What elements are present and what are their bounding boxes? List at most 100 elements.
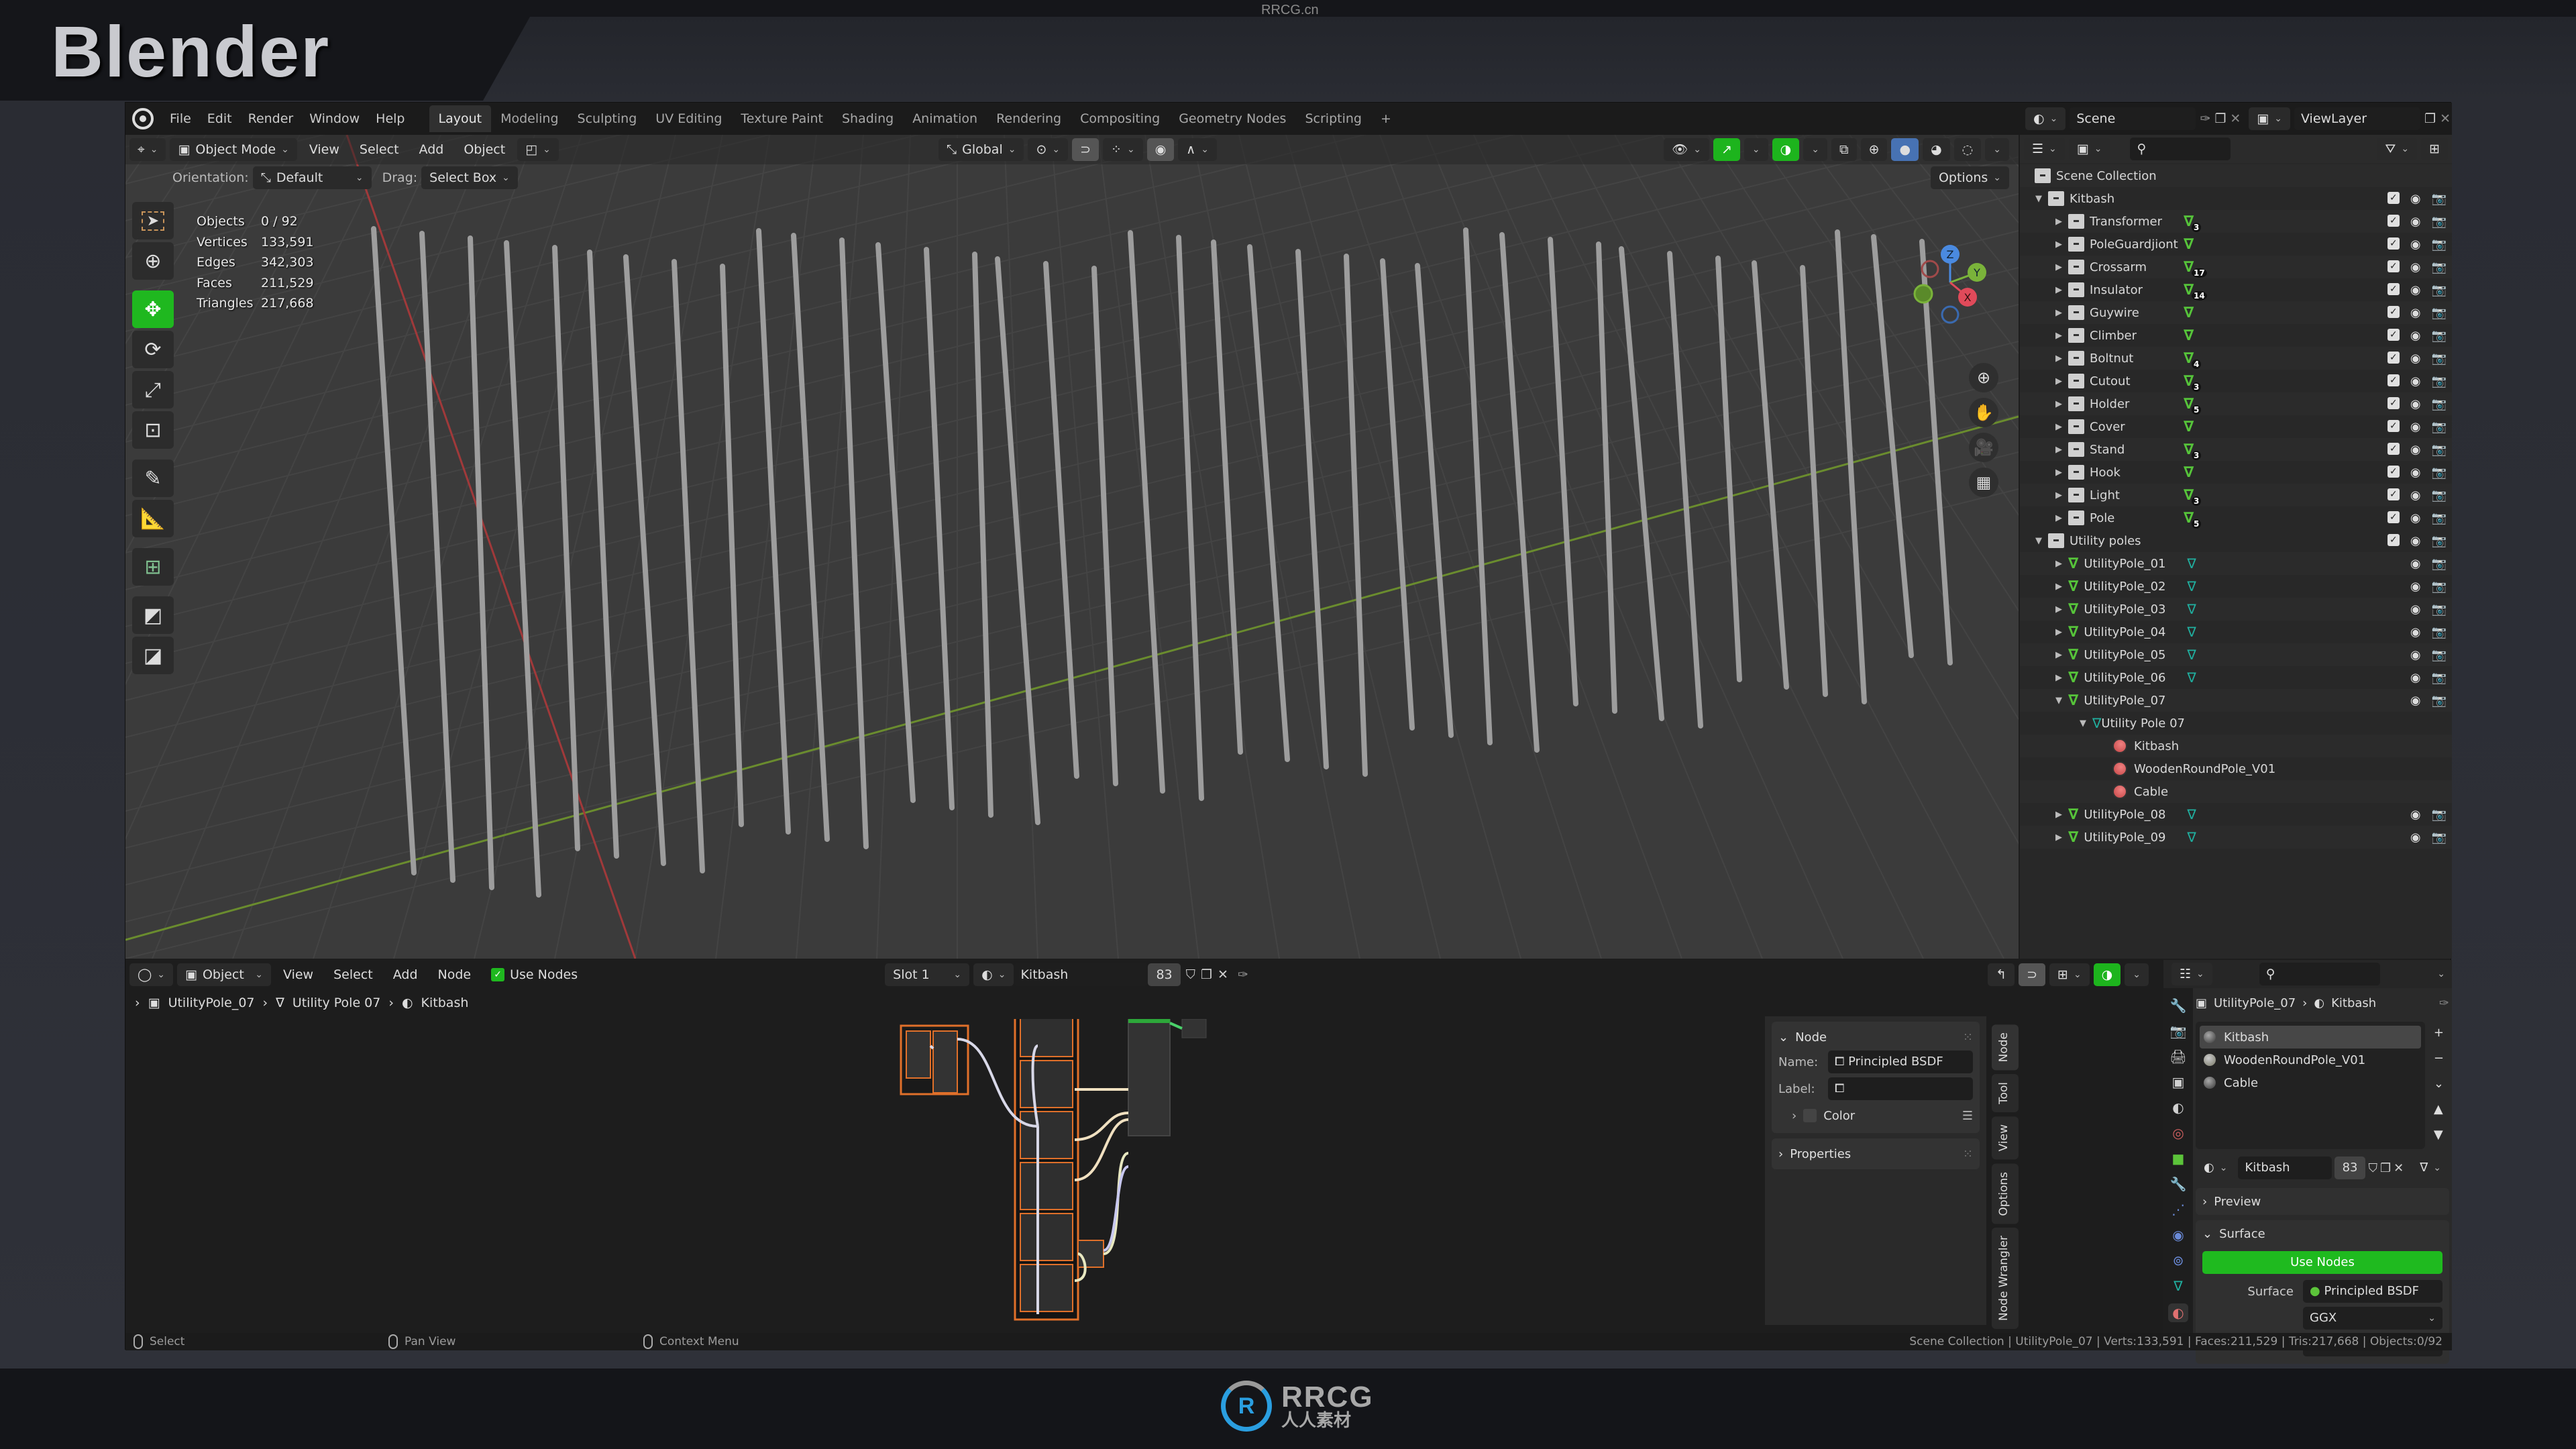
zoom-view-button[interactable]: ⊕	[1969, 363, 1998, 392]
render-camera-icon[interactable]: 📷	[2432, 808, 2447, 822]
pole-mesh[interactable]	[672, 259, 705, 873]
eye-icon[interactable]: ◉	[2410, 466, 2421, 480]
menu-add[interactable]: Add	[411, 138, 452, 161]
exclude-checkbox[interactable]: ✓	[2387, 237, 2400, 250]
expand-triangle-icon[interactable]: ▶	[2052, 285, 2065, 295]
fake-user-shield-icon[interactable]: ⛉	[1186, 967, 1195, 982]
eye-icon[interactable]: ◉	[2410, 374, 2421, 388]
eye-icon[interactable]: ◉	[2410, 808, 2421, 822]
expand-triangle-icon[interactable]: ▶	[2052, 513, 2065, 523]
menu-window[interactable]: Window	[301, 111, 368, 126]
neg-x-axis-ball[interactable]	[1921, 260, 1939, 278]
drag-handle-icon[interactable]: ⁙	[1963, 1147, 1973, 1161]
object-options-icon[interactable]: ◰ ⌄	[517, 138, 559, 161]
eye-icon[interactable]: ◉	[2410, 694, 2421, 708]
pole-mesh[interactable]	[419, 231, 455, 883]
shading-wireframe[interactable]: ⊕	[1860, 138, 1888, 161]
scene-name-field[interactable]: Scene	[2070, 107, 2196, 130]
properties-panel-header[interactable]: › Properties ⁙	[1778, 1142, 1973, 1165]
overlays-toggle[interactable]: ◑	[1772, 138, 1800, 161]
overlays-dropdown[interactable]: ⌄	[2125, 963, 2149, 986]
constraints-tab-icon[interactable]: ⊚	[2173, 1252, 2184, 1269]
sidebar-tab-node[interactable]: Node	[1992, 1024, 2019, 1071]
falloff-dropdown[interactable]: ∧ ⌄	[1178, 138, 1217, 161]
pole-mesh[interactable]	[1619, 246, 1664, 721]
tree-row-object[interactable]: ▶ ∇ UtilityPole_06 ∇ ◉ 📷	[2020, 666, 2452, 689]
add-slot-button[interactable]: +	[2428, 1022, 2449, 1044]
mode-dropdown[interactable]: ▣ Object Mode ⌄	[170, 138, 297, 161]
node-normal-map[interactable]	[1077, 1240, 1104, 1268]
use-nodes-checkbox[interactable]: ✓ Use Nodes	[483, 963, 586, 986]
parent-node-tree-button[interactable]: ↰	[1988, 963, 2015, 986]
duplicate-material-icon[interactable]: ❐	[1201, 967, 1212, 982]
eye-icon[interactable]: ◉	[2410, 625, 2421, 639]
tree-row-collection[interactable]: ▶ Boltnut ∇ 4 ✓ ◉ 📷	[2020, 347, 2452, 370]
expand-triangle-icon[interactable]: ▶	[2052, 422, 2065, 432]
render-camera-icon[interactable]: 📷	[2432, 694, 2447, 708]
tree-row-collection[interactable]: ▶ Transformer ∇ 3 ✓ ◉ 📷	[2020, 210, 2452, 233]
material-tab-icon[interactable]: ◐	[2168, 1303, 2188, 1322]
shear-tool[interactable]: ◩	[132, 596, 174, 634]
eye-icon[interactable]: ◉	[2410, 671, 2421, 685]
render-camera-icon[interactable]: 📷	[2432, 625, 2447, 639]
menu-render[interactable]: Render	[240, 111, 302, 126]
visibility-selectability-icon[interactable]: 👁 ⌄	[1664, 138, 1709, 161]
use-nodes-button[interactable]: Use Nodes	[2202, 1251, 2443, 1274]
pole-mesh[interactable]	[371, 226, 417, 875]
tool-tab-icon[interactable]: 🔧	[2170, 998, 2187, 1014]
tab-shading[interactable]: Shading	[833, 105, 903, 132]
node-image-texture[interactable]	[1020, 1213, 1073, 1261]
render-camera-icon[interactable]: 📷	[2432, 329, 2447, 343]
expand-triangle-icon[interactable]: ▶	[2052, 354, 2065, 364]
unlink-material-icon[interactable]: ✕	[1218, 967, 1228, 982]
eye-icon[interactable]: ◉	[2410, 580, 2421, 594]
pole-mesh[interactable]	[1800, 265, 1828, 697]
exclude-checkbox[interactable]: ✓	[2387, 191, 2400, 204]
material-name-field[interactable]: Kitbash	[2238, 1157, 2332, 1179]
tree-row-object[interactable]: ▶ ∇ UtilityPole_05 ∇ ◉ 📷	[2020, 643, 2452, 666]
preview-panel-header[interactable]: › Preview	[2196, 1188, 2449, 1215]
node-label-field[interactable]: ⧠	[1828, 1077, 1973, 1100]
snap-toggle[interactable]: ⊃	[2019, 963, 2046, 986]
scale-tool[interactable]: ⤢	[132, 371, 174, 409]
expand-triangle-icon[interactable]: ▶	[2052, 673, 2065, 683]
menu-select[interactable]: Select	[352, 138, 407, 161]
exclude-checkbox[interactable]: ✓	[2387, 396, 2400, 409]
tab-geometry-nodes[interactable]: Geometry Nodes	[1169, 105, 1295, 132]
ortho-toggle-button[interactable]: ▦	[1969, 468, 1998, 497]
render-camera-icon[interactable]: 📷	[2432, 511, 2447, 525]
editor-type-button[interactable]: ⌖ ⌄	[129, 138, 166, 161]
eye-icon[interactable]: ◉	[2410, 397, 2421, 411]
pole-mesh[interactable]	[1211, 239, 1243, 755]
pole-mesh[interactable]	[791, 233, 830, 842]
node-canvas[interactable]	[125, 1019, 1758, 1329]
exclude-checkbox[interactable]: ✓	[2387, 419, 2400, 432]
drag-handle-icon[interactable]: ⁙	[1963, 1030, 1973, 1044]
render-camera-icon[interactable]: 📷	[2432, 192, 2447, 206]
measure-tool[interactable]: 📐	[132, 500, 174, 537]
exclude-checkbox[interactable]: ✓	[2387, 260, 2400, 272]
eye-icon[interactable]: ◉	[2410, 511, 2421, 525]
world-tab-icon[interactable]: ◎	[2172, 1125, 2184, 1141]
tree-row-kitbash[interactable]: ▼ Kitbash ✓ ◉ 📷	[2020, 187, 2452, 210]
tree-row-collection[interactable]: ▶ Crossarm ∇ 17 ✓ ◉ 📷	[2020, 256, 2452, 278]
remove-slot-button[interactable]: −	[2428, 1047, 2449, 1070]
view-layer-tab-icon[interactable]: ▣	[2172, 1074, 2185, 1090]
outliner-search-input[interactable]: ⚲	[2130, 138, 2231, 160]
pin-icon[interactable]: ✑	[1238, 967, 1248, 982]
pole-mesh[interactable]	[720, 264, 744, 827]
neg-y-axis-ball[interactable]	[1913, 284, 1933, 304]
duplicate-material-icon[interactable]: ❐	[2380, 1161, 2391, 1175]
tab-compositing[interactable]: Compositing	[1071, 105, 1169, 132]
gizmo-toggle[interactable]: ↗	[1713, 138, 1740, 161]
material-browse-button[interactable]: ◐ ⌄	[2196, 1157, 2236, 1179]
options-dropdown[interactable]: ⌄	[2437, 969, 2445, 979]
expand-triangle-icon[interactable]: ▶	[2052, 376, 2065, 386]
exclude-checkbox[interactable]: ✓	[2387, 214, 2400, 227]
render-camera-icon[interactable]: 📷	[2432, 260, 2447, 274]
exclude-checkbox[interactable]: ✓	[2387, 488, 2400, 500]
menu-node[interactable]: Node	[430, 963, 480, 986]
render-camera-icon[interactable]: 📷	[2432, 215, 2447, 229]
tree-row-object[interactable]: ▼ ∇ UtilityPole_07 ◉ 📷	[2020, 689, 2452, 712]
render-camera-icon[interactable]: 📷	[2432, 352, 2447, 366]
